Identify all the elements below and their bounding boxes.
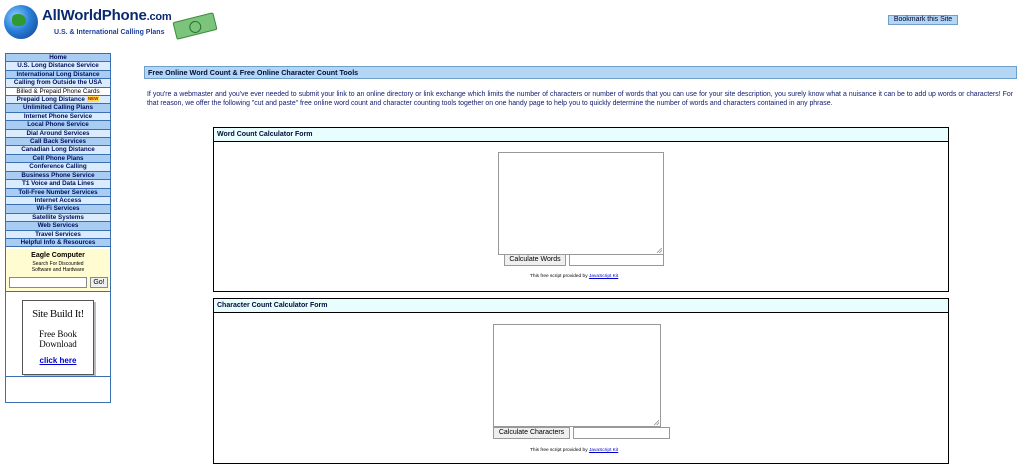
- sidebar-item-satellite[interactable]: Satellite Systems: [6, 213, 110, 223]
- sidebar-item-local-phone[interactable]: Local Phone Service: [6, 121, 110, 130]
- sidebar-item-wifi[interactable]: Wi-Fi Services: [6, 205, 110, 214]
- money-icon: [172, 12, 218, 40]
- sidebar-item-international[interactable]: International Long Distance: [6, 70, 110, 80]
- sidebar-item-toll-free[interactable]: Toll-Free Number Services: [6, 188, 110, 197]
- sidebar-item-business-phone[interactable]: Business Phone Service: [6, 171, 110, 181]
- word-count-result-field[interactable]: [569, 254, 664, 266]
- bookmark-button[interactable]: Bookmark this Site: [888, 15, 958, 25]
- sbi-line1: Free Book: [39, 329, 77, 339]
- character-count-textarea[interactable]: [493, 324, 661, 427]
- eagle-search-input[interactable]: [9, 277, 87, 288]
- site-logo[interactable]: AllWorldPhone.com U.S. & International C…: [4, 3, 219, 43]
- sidebar-item-dial-around[interactable]: Dial Around Services: [6, 129, 110, 139]
- sidebar-item-internet-access[interactable]: Internet Access: [6, 196, 110, 206]
- sbi-line2: Download: [39, 339, 77, 349]
- sidebar-item-phone-cards[interactable]: Billed & Prepaid Phone Cards: [6, 87, 110, 97]
- javascript-kit-link[interactable]: JavaScript Kit: [589, 448, 618, 453]
- javascript-kit-link[interactable]: JavaScript Kit: [589, 274, 618, 279]
- globe-icon: [4, 5, 38, 39]
- calculate-words-button[interactable]: Calculate Words: [504, 254, 566, 266]
- word-count-textarea[interactable]: [498, 152, 664, 255]
- character-count-result-field[interactable]: [573, 427, 670, 439]
- page-title: Free Online Word Count & Free Online Cha…: [144, 66, 1017, 79]
- sbi-ad-banner[interactable]: Site Build It! Free Book Download click …: [22, 300, 94, 375]
- sidebar-item-conference[interactable]: Conference Calling: [6, 163, 110, 172]
- word-count-form-title: Word Count Calculator Form: [214, 128, 948, 142]
- sidebar-item-calling-outside-usa[interactable]: Calling from Outside the USA: [6, 79, 110, 88]
- calculate-characters-button[interactable]: Calculate Characters: [493, 427, 570, 439]
- new-badge: NEW: [86, 96, 100, 103]
- sbi-click-here-link[interactable]: click here: [23, 356, 93, 365]
- logo-subtitle: U.S. & International Calling Plans: [54, 29, 165, 36]
- sidebar-item-helpful-info[interactable]: Helpful Info & Resources: [6, 238, 110, 248]
- sidebar-item-internet-phone[interactable]: Internet Phone Service: [6, 112, 110, 122]
- sidebar-item-us-long-distance[interactable]: U.S. Long Distance Service: [6, 62, 110, 71]
- word-count-form: Word Count Calculator Form Calculate Wor…: [213, 127, 949, 292]
- sbi-title: Site Build It!: [32, 308, 84, 320]
- sidebar-divider: [6, 376, 110, 377]
- sidebar: Home U.S. Long Distance Service Internat…: [5, 53, 111, 403]
- sidebar-item-call-back[interactable]: Call Back Services: [6, 138, 110, 147]
- word-count-credit: This free script provided by JavaScript …: [530, 274, 619, 279]
- eagle-search-box: Eagle Computer Search For Discounted Soft…: [6, 249, 110, 292]
- sidebar-nav: Home U.S. Long Distance Service Internat…: [6, 54, 110, 248]
- sidebar-item-web-services[interactable]: Web Services: [6, 222, 110, 231]
- sidebar-item-canadian[interactable]: Canadian Long Distance: [6, 146, 110, 155]
- character-count-form: Character Count Calculator Form Calculat…: [213, 298, 949, 464]
- logo-title: AllWorldPhone.com: [42, 7, 172, 24]
- sidebar-item-travel[interactable]: Travel Services: [6, 230, 110, 239]
- character-count-credit: This free script provided by JavaScript …: [530, 448, 619, 453]
- go-button[interactable]: Go!: [90, 277, 108, 288]
- character-count-form-title: Character Count Calculator Form: [214, 299, 948, 313]
- sidebar-item-cell-phone[interactable]: Cell Phone Plans: [6, 154, 110, 164]
- eagle-title: Eagle Computer: [31, 252, 85, 259]
- sidebar-item-home[interactable]: Home: [6, 54, 110, 63]
- sidebar-item-unlimited[interactable]: Unlimited Calling Plans: [6, 104, 110, 113]
- intro-paragraph: If you're a webmaster and you've ever ne…: [147, 91, 1013, 107]
- sidebar-item-t1[interactable]: T1 Voice and Data Lines: [6, 180, 110, 189]
- eagle-subtitle: Search For Discounted Software and Hardwa…: [31, 261, 85, 273]
- sidebar-item-prepaid-long-distance[interactable]: Prepaid Long Distance NEW: [6, 96, 110, 105]
